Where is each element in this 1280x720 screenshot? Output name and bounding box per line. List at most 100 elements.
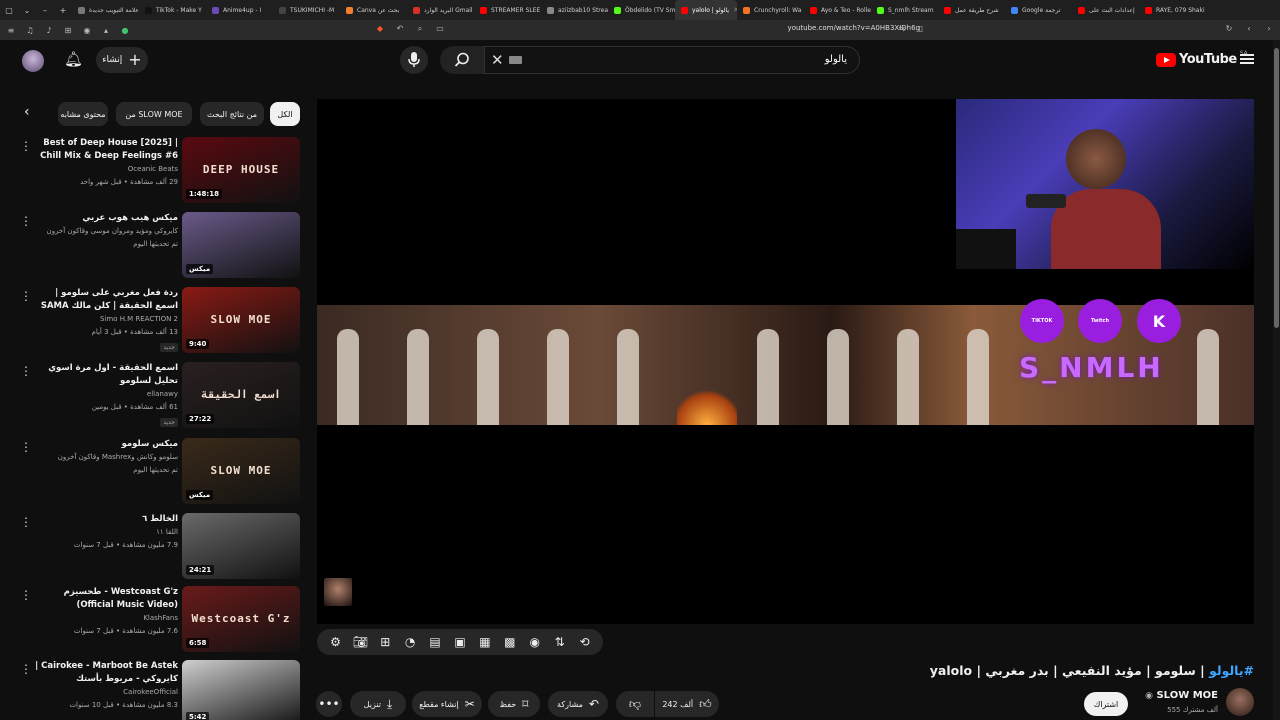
- recommendation-channel[interactable]: Oceanic Beats: [32, 163, 178, 176]
- recommendation-item[interactable]: ⋮ Westcoast G'z - طحسيزم (Official Music …: [18, 586, 302, 654]
- browser-tab[interactable]: Ayo & Teo - Rolle: [804, 0, 871, 20]
- recommendation-thumbnail[interactable]: SLOW MOE ميكس: [182, 438, 300, 504]
- like-button[interactable]: 242 ألف 👍︎: [655, 691, 719, 717]
- browser-tab[interactable]: yalolo | يالولو ✕: [675, 0, 737, 20]
- recommendation-item[interactable]: ⋮ ردة فعل مغربي على سلومو | اسمع الحقيقة …: [18, 287, 302, 355]
- more-vertical-icon[interactable]: ⋮: [20, 139, 32, 153]
- video-hashtag[interactable]: #يالولو: [1209, 663, 1254, 678]
- page-scrollbar[interactable]: [1273, 40, 1280, 720]
- more-vertical-icon[interactable]: ⋮: [20, 214, 32, 228]
- browser-tab[interactable]: Öbdelido (TV Sm: [608, 0, 675, 20]
- browser-menu-icon[interactable]: ▢: [0, 6, 18, 15]
- keyboard-icon[interactable]: [509, 56, 522, 64]
- recommendation-item[interactable]: ⋮ الخالط ٦ اللقا ١١ 7.9 مليون مشاهدة • قبل …: [18, 513, 302, 581]
- recommendation-channel[interactable]: CairokeeOfficial: [32, 686, 178, 699]
- more-vertical-icon[interactable]: ⋮: [20, 289, 32, 303]
- shield-icon[interactable]: ▴: [101, 26, 111, 35]
- youtube-logo[interactable]: YouTube SA: [1156, 50, 1248, 67]
- browser-tab[interactable]: Crunchyroll: Wa: [737, 0, 804, 20]
- tab-search-icon[interactable]: ⌄: [18, 6, 36, 15]
- create-button[interactable]: إنشاء +: [96, 47, 148, 73]
- new-tab-icon[interactable]: +: [54, 6, 72, 15]
- settings-gear-icon[interactable]: ⚙: [326, 633, 344, 651]
- more-vertical-icon[interactable]: ⋮: [20, 515, 32, 529]
- video-player[interactable]: TIKTOK Twitch K S_NMLH: [317, 99, 1254, 624]
- recommendation-channel[interactable]: ellanawy: [32, 388, 178, 401]
- share-button[interactable]: مشاركة ↶: [548, 691, 608, 717]
- minimize-icon[interactable]: –: [36, 6, 54, 15]
- browser-tab[interactable]: شرح طريقة عمل: [938, 0, 1005, 20]
- chip-all[interactable]: الكل: [270, 102, 300, 126]
- chevron-left-icon[interactable]: ‹: [24, 104, 30, 120]
- site-settings-icon[interactable]: ⇆: [897, 24, 907, 33]
- recommendation-item[interactable]: ⋮ Cairokee - Marboot Be Astek | كايروكي -…: [18, 660, 302, 720]
- browser-tab[interactable]: Anime4up - ا: [206, 0, 273, 20]
- sort-icon[interactable]: ⇅: [551, 633, 569, 651]
- recommendation-item[interactable]: ⋮ ميكس سلومو سلومو وكانش وMashrex وقاكون آ…: [18, 438, 302, 506]
- recommendation-thumbnail[interactable]: اسمع الحقيقة 27:22: [182, 362, 300, 428]
- channel-name[interactable]: ◉ SLOW MOE: [1140, 690, 1218, 701]
- audio-icon[interactable]: ◉: [526, 633, 544, 651]
- chip-from-search[interactable]: من نتائج البحث: [200, 102, 264, 126]
- browser-tab[interactable]: S_nmlh Stream: [871, 0, 938, 20]
- recommendation-channel[interactable]: اللقا ١١: [32, 526, 178, 539]
- chip-from-channel[interactable]: من SLOW MOE: [116, 102, 192, 126]
- tiktok-icon[interactable]: ♪: [44, 26, 54, 35]
- capture-icon[interactable]: ◉: [82, 26, 92, 35]
- music-icon[interactable]: ♫: [25, 26, 35, 35]
- browser-tab[interactable]: TSUKIMICHI -M: [273, 0, 340, 20]
- guide-menu-icon[interactable]: [1240, 52, 1254, 66]
- recommendation-title[interactable]: ميكس هيب هوب عربي: [32, 212, 178, 225]
- browser-tab[interactable]: aziizbab10 Strea: [541, 0, 608, 20]
- recommendation-title[interactable]: الخالط ٦: [32, 513, 178, 526]
- screenshot-icon[interactable]: ⊞: [63, 26, 73, 35]
- more-vertical-icon[interactable]: ⋮: [20, 662, 32, 676]
- recommendation-channel[interactable]: Simo H.M REACTION 2: [32, 313, 178, 326]
- cast-icon[interactable]: ▭: [435, 24, 445, 34]
- search-button[interactable]: [440, 46, 484, 74]
- recommendation-thumbnail[interactable]: ميكس: [182, 212, 300, 278]
- browser-tab[interactable]: إعدادات البث على: [1072, 0, 1139, 20]
- recommendation-title[interactable]: Westcoast G'z - طحسيزم (Official Music V…: [32, 586, 178, 612]
- more-vertical-icon[interactable]: ⋮: [20, 440, 32, 454]
- brave-shield-icon[interactable]: ◆: [375, 24, 385, 34]
- forward-icon[interactable]: ›: [1264, 24, 1274, 33]
- channel-avatar[interactable]: [1226, 688, 1254, 716]
- clip-button[interactable]: إنشاء مقطع ✂: [412, 691, 482, 717]
- recommendation-item[interactable]: ⋮ ميكس هيب هوب عربي كايروكي ومؤيد ومروان م…: [18, 212, 302, 280]
- browser-tab[interactable]: STREAMER SLEE: [474, 0, 541, 20]
- clip-icon[interactable]: ▦: [476, 633, 494, 651]
- vpn-icon[interactable]: ●: [120, 26, 130, 35]
- recommendation-item[interactable]: ⋮ Best of Deep House [2025] | Chill Mix &…: [18, 137, 302, 205]
- recommendation-channel[interactable]: KlashFans: [32, 612, 178, 625]
- chip-related[interactable]: محتوى مشابه: [58, 102, 108, 126]
- more-vertical-icon[interactable]: ⋮: [20, 364, 32, 378]
- camera-icon[interactable]: 📷︎: [351, 633, 369, 651]
- reload-icon[interactable]: ↻: [1224, 24, 1234, 33]
- browser-tab[interactable]: TikTok - Make Y: [139, 0, 206, 20]
- download-button[interactable]: تنزيل ⤓: [350, 691, 406, 717]
- voice-search-button[interactable]: [400, 46, 428, 74]
- recommendation-title[interactable]: اسمع الحقيقة - اول مرة اسوي تحليل لسلومو: [32, 362, 178, 388]
- search-page-icon[interactable]: ⌕: [415, 24, 425, 34]
- back-icon[interactable]: ‹: [1244, 24, 1254, 33]
- recommendation-item[interactable]: ⋮ اسمع الحقيقة - اول مرة اسوي تحليل لسلوم…: [18, 362, 302, 430]
- scrollbar-thumb[interactable]: [1274, 48, 1279, 328]
- recommendation-thumbnail[interactable]: Westcoast G'z 6:58: [182, 586, 300, 652]
- dislike-button[interactable]: 👎︎: [616, 691, 654, 717]
- browser-tab[interactable]: علامة التبويب جديدة: [72, 0, 139, 20]
- menu-icon[interactable]: ≡: [6, 26, 16, 35]
- clear-search-icon[interactable]: ✕: [491, 51, 504, 69]
- recommendation-title[interactable]: Best of Deep House [2025] | Chill Mix & …: [32, 137, 178, 163]
- bookmark-icon[interactable]: ▯: [916, 24, 926, 33]
- back-history-icon[interactable]: ↶: [395, 24, 405, 34]
- recommendation-channel[interactable]: كايروكي ومؤيد ومروان موسى وقاكون آخرون: [32, 225, 178, 238]
- recommendation-channel[interactable]: سلومو وكانش وMashrex وقاكون آخرون: [32, 451, 178, 464]
- speed-icon[interactable]: ◔: [401, 633, 419, 651]
- browser-tab[interactable]: البريد الوارد Gmail: [407, 0, 474, 20]
- add-screenshot-icon[interactable]: ⊞: [376, 633, 394, 651]
- subscribe-button[interactable]: اشتراك: [1084, 692, 1128, 716]
- recommendation-title[interactable]: ميكس سلومو: [32, 438, 178, 451]
- recommendation-thumbnail[interactable]: 5:42: [182, 660, 300, 720]
- recommendation-thumbnail[interactable]: DEEP HOUSE 1:48:18: [182, 137, 300, 203]
